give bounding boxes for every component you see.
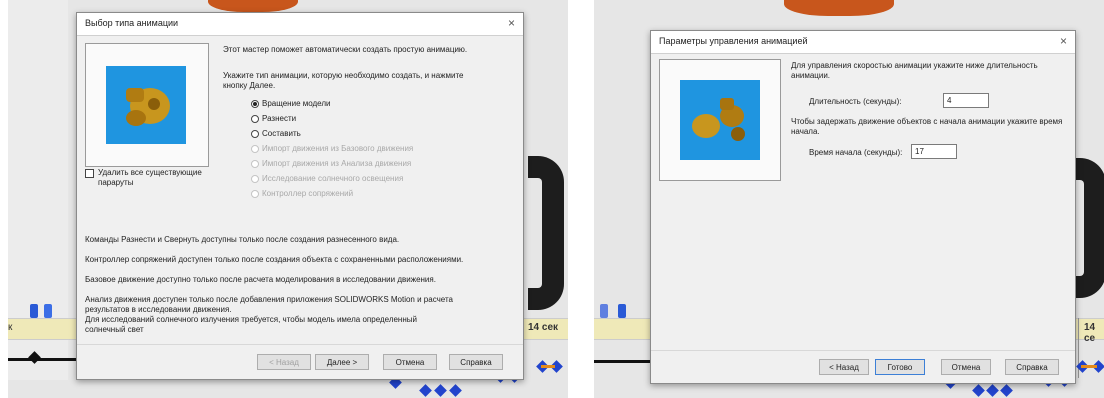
dialog-button-bar: < Назад Далее > Отмена Справка [77,344,523,379]
timeline-marker[interactable] [618,304,626,318]
close-icon[interactable]: × [508,16,515,30]
start-time-label: Время начала (секунды): [809,148,903,157]
radio-label: Составить [262,129,301,138]
note-text: Анализ движения доступен только после до… [85,295,453,304]
key-point[interactable] [434,384,447,397]
timeline-time-label: 14 сек [528,322,559,333]
key-point[interactable] [986,384,999,397]
note-text: Для исследований солнечного излучения тр… [85,315,417,324]
dialog-titlebar: Параметры управления анимацией × [651,31,1075,54]
timeline-time-label: 14 се [1084,322,1096,344]
key-point[interactable] [449,384,462,397]
radio-import-basic-motion[interactable] [251,145,259,153]
key-point[interactable] [1000,384,1013,397]
note-text: солнечный свет [85,325,144,334]
radio-sun-study[interactable] [251,175,259,183]
model-icon [692,98,745,141]
left-screenshot: к 14 сек Выбор типа анимации × Этот маст… [8,0,568,398]
help-button[interactable]: Справка [449,354,503,370]
preview-image [680,80,760,160]
animation-type-dialog: Выбор типа анимации × Этот мастер поможе… [76,12,524,380]
description-text: начала. [791,127,820,136]
model-fragment [784,0,894,16]
radio-label: Импорт движения из Базового движения [262,144,414,153]
prompt-text: кнопку Далее. [223,81,276,90]
back-button[interactable]: < Назад [819,359,869,375]
description-text: Чтобы задержать движение объектов с нача… [791,117,1063,126]
clamp-model [1072,158,1104,298]
timeline-marker[interactable] [44,304,52,318]
note-text: Команды Разнести и Свернуть доступны тол… [85,235,400,244]
radio-collapse[interactable] [251,130,259,138]
dialog-button-bar: < Назад Готово Отмена Справка [651,350,1075,383]
next-button[interactable]: Далее > [315,354,369,370]
dialog-title: Выбор типа анимации [85,18,179,28]
intro-text: Этот мастер поможет автоматически создат… [223,45,468,54]
cancel-button[interactable]: Отмена [941,359,991,375]
dialog-title: Параметры управления анимацией [659,36,808,46]
radio-import-motion-analysis[interactable] [251,160,259,168]
finish-button[interactable]: Готово [875,359,925,375]
duration-input[interactable]: 4 [943,93,989,108]
note-text: результатов в исследовании движения. [85,305,232,314]
close-icon[interactable]: × [1060,34,1067,48]
delete-paths-checkbox[interactable] [85,169,94,178]
model-fragment [208,0,298,12]
preview-frame [659,59,781,181]
radio-label: Импорт движения из Анализа движения [262,159,412,168]
radio-label: Контроллер сопряжений [262,189,354,198]
radio-label: Разнести [262,114,297,123]
dialog-titlebar: Выбор типа анимации × [77,13,523,36]
radio-mate-controller[interactable] [251,190,259,198]
timeline-marker[interactable] [30,304,38,318]
back-button[interactable]: < Назад [257,354,311,370]
description-text: анимации. [791,71,831,80]
checkbox-label: параруты [98,178,134,187]
cancel-button[interactable]: Отмена [383,354,437,370]
timeline-track [594,360,654,363]
timeline-track [8,358,78,361]
description-text: Для управления скоростью анимации укажит… [791,61,1038,70]
timeline-stub-label: к [8,322,13,333]
help-button[interactable]: Справка [1005,359,1059,375]
clamp-model [528,156,564,310]
radio-label: Исследование солнечного освещения [262,174,404,183]
duration-label: Длительность (секунды): [809,97,902,106]
key-point[interactable] [972,384,985,397]
prompt-text: Укажите тип анимации, которую необходимо… [223,71,464,80]
note-text: Контроллер сопряжений доступен только по… [85,255,464,264]
radio-rotate-model[interactable] [251,100,259,108]
animation-control-dialog: Параметры управления анимацией × Для упр… [650,30,1076,384]
radio-label: Вращение модели [262,99,331,108]
preview-frame [85,43,209,167]
timeline-track [541,365,555,368]
checkbox-label: Удалить все существующие [98,168,202,177]
model-icon [126,88,170,126]
key-point[interactable] [419,384,432,397]
start-time-input[interactable]: 17 [911,144,957,159]
note-text: Базовое движение доступно только после р… [85,275,436,284]
timeline-track [1081,365,1097,368]
right-screenshot: 14 се Параметры управления анимацией × Д… [594,0,1104,398]
timeline-marker[interactable] [600,304,608,318]
preview-image [106,66,186,144]
radio-explode[interactable] [251,115,259,123]
